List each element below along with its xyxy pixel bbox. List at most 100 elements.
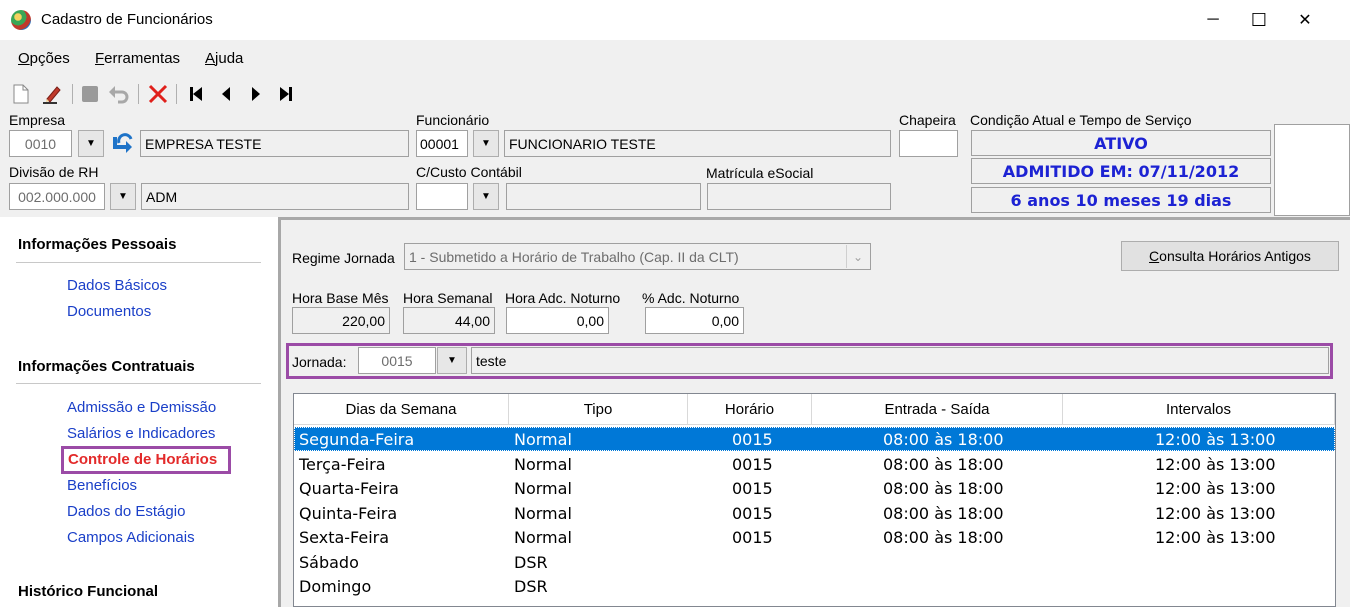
sidebar-item-salarios[interactable]: Salários e Indicadores: [67, 425, 215, 442]
chapeira-field[interactable]: [899, 130, 958, 157]
minimize-button[interactable]: ─: [1190, 0, 1236, 40]
chevron-down-icon: ▼: [481, 191, 491, 202]
last-record-icon[interactable]: [274, 82, 298, 106]
condicao-label: Condição Atual e Tempo de Serviço: [970, 112, 1192, 128]
new-document-icon[interactable]: [9, 82, 33, 106]
cell-horario: 0015: [732, 455, 773, 474]
consulta-horarios-antigos-button[interactable]: Consulta Horários Antigos: [1121, 241, 1339, 271]
divisao-label: Divisão de RH: [9, 164, 99, 180]
pct-adc-noturno-field[interactable]: 0,00: [645, 307, 744, 334]
table-row[interactable]: Terça-Feira Normal 0015 08:00 às 18:00 1…: [294, 452, 1335, 476]
delete-icon[interactable]: [146, 82, 170, 106]
hora-base-label: Hora Base Mês: [292, 290, 389, 306]
menu-ferramentas[interactable]: Ferramentas: [95, 50, 180, 67]
custo-dropdown-button[interactable]: ▼: [473, 183, 499, 210]
cell-intervalos: 12:00 às 13:00: [1155, 528, 1276, 547]
jornada-name-field: teste: [471, 347, 1329, 374]
cell-horario: 0015: [732, 528, 773, 547]
sidebar-item-campos-adicionais[interactable]: Campos Adicionais: [67, 529, 195, 546]
cell-horario: 0015: [732, 479, 773, 498]
cell-dia: Segunda-Feira: [299, 430, 415, 449]
table-row[interactable]: Sábado DSR: [294, 550, 1335, 574]
maximize-button[interactable]: ☐: [1236, 0, 1282, 40]
regime-select[interactable]: 1 - Submetido a Horário de Trabalho (Cap…: [404, 243, 871, 270]
cell-tipo: Normal: [514, 430, 572, 449]
cell-entrada-saida: 08:00 às 18:00: [883, 504, 1004, 523]
next-record-icon[interactable]: [244, 82, 268, 106]
menu-bar: Opções Ferramentas Ajuda: [0, 44, 1350, 74]
table-row[interactable]: Quinta-Feira Normal 0015 08:00 às 18:00 …: [294, 501, 1335, 525]
previous-record-icon[interactable]: [214, 82, 238, 106]
sidebar-section-contratuais: Informações Contratuais: [18, 358, 195, 375]
menu-opcoes[interactable]: Opções: [18, 50, 70, 67]
chevron-down-icon: ▼: [481, 138, 491, 149]
sidebar-item-dados-basicos[interactable]: Dados Básicos: [67, 277, 167, 294]
sidebar-item-estagio[interactable]: Dados do Estágio: [67, 503, 185, 520]
service-time-badge: 6 anos 10 meses 19 dias: [971, 187, 1271, 213]
sidebar-item-documentos[interactable]: Documentos: [67, 303, 151, 320]
matricula-label: Matrícula eSocial: [706, 165, 814, 181]
chevron-down-icon[interactable]: ⌄: [846, 245, 869, 268]
column-header-entrada-saida[interactable]: Entrada - Saída: [812, 394, 1063, 425]
employee-photo[interactable]: [1274, 124, 1350, 216]
empresa-dropdown-button[interactable]: ▼: [78, 130, 104, 157]
table-row[interactable]: Domingo DSR: [294, 574, 1335, 598]
sidebar-item-controle-horarios[interactable]: Controle de Horários: [61, 446, 231, 474]
matricula-field: [707, 183, 891, 210]
menu-ajuda[interactable]: Ajuda: [205, 50, 243, 67]
cell-intervalos: 12:00 às 13:00: [1155, 430, 1276, 449]
cell-entrada-saida: 08:00 às 18:00: [883, 455, 1004, 474]
panel-divider: [278, 217, 1350, 220]
sidebar-section-historico: Histórico Funcional: [18, 583, 159, 600]
hora-adc-noturno-label: Hora Adc. Noturno: [505, 290, 621, 306]
custo-code-field[interactable]: [416, 183, 468, 210]
divisao-dropdown-button[interactable]: ▼: [110, 183, 136, 210]
column-header-intervalos[interactable]: Intervalos: [1063, 394, 1335, 425]
hora-base-field: 220,00: [292, 307, 390, 334]
table-row[interactable]: Quarta-Feira Normal 0015 08:00 às 18:00 …: [294, 476, 1335, 500]
cell-entrada-saida: 08:00 às 18:00: [883, 528, 1004, 547]
hora-adc-noturno-field[interactable]: 0,00: [506, 307, 609, 334]
edit-icon[interactable]: [40, 82, 64, 106]
jornada-label: Jornada:: [292, 354, 347, 370]
funcionario-code-field[interactable]: 00001: [416, 130, 468, 157]
first-record-icon[interactable]: [184, 82, 208, 106]
cell-tipo: Normal: [514, 455, 572, 474]
divisao-code-field[interactable]: 002.000.000: [9, 183, 105, 210]
refresh-company-icon[interactable]: [109, 131, 137, 157]
sidebar-item-admissao[interactable]: Admissão e Demissão: [67, 399, 216, 416]
cell-dia: Quinta-Feira: [299, 504, 398, 523]
cell-horario: 0015: [732, 504, 773, 523]
empresa-code-field[interactable]: 0010: [9, 130, 72, 157]
admission-date-badge: ADMITIDO EM: 07/11/2012: [971, 158, 1271, 184]
empresa-name-field: EMPRESA TESTE: [140, 130, 409, 157]
toolbar-separator: [176, 84, 177, 104]
funcionario-dropdown-button[interactable]: ▼: [473, 130, 499, 157]
maximize-icon: ☐: [1250, 9, 1268, 30]
column-header-horario[interactable]: Horário: [688, 394, 812, 425]
chevron-down-icon: ▼: [447, 355, 457, 366]
table-row[interactable]: Segunda-Feira Normal 0015 08:00 às 18:00…: [294, 427, 1335, 451]
jornada-dropdown-button[interactable]: ▼: [437, 347, 467, 374]
empresa-label: Empresa: [9, 112, 66, 128]
chapeira-label: Chapeira: [899, 112, 956, 128]
save-icon[interactable]: [78, 82, 102, 106]
funcionario-name-field: FUNCIONARIO TESTE: [504, 130, 891, 157]
status-badge: ATIVO: [971, 130, 1271, 156]
cell-tipo: Normal: [514, 479, 572, 498]
title-bar: Cadastro de Funcionários ─ ☐ ✕: [0, 0, 1350, 40]
divisao-name-field: ADM: [141, 183, 409, 210]
table-row[interactable]: Sexta-Feira Normal 0015 08:00 às 18:00 1…: [294, 525, 1335, 549]
column-header-tipo[interactable]: Tipo: [509, 394, 688, 425]
cell-dia: Sexta-Feira: [299, 528, 390, 547]
cell-entrada-saida: 08:00 às 18:00: [883, 479, 1004, 498]
sidebar-divider: [16, 262, 261, 263]
close-button[interactable]: ✕: [1282, 0, 1328, 40]
jornada-code-field[interactable]: 0015: [358, 347, 436, 374]
schedule-table: Dias da Semana Tipo Horário Entrada - Sa…: [293, 393, 1336, 607]
column-header-dias[interactable]: Dias da Semana: [294, 394, 509, 425]
cell-intervalos: 12:00 às 13:00: [1155, 479, 1276, 498]
chevron-down-icon: ▼: [86, 138, 96, 149]
sidebar-item-beneficios[interactable]: Benefícios: [67, 477, 137, 494]
undo-icon[interactable]: [107, 82, 131, 106]
